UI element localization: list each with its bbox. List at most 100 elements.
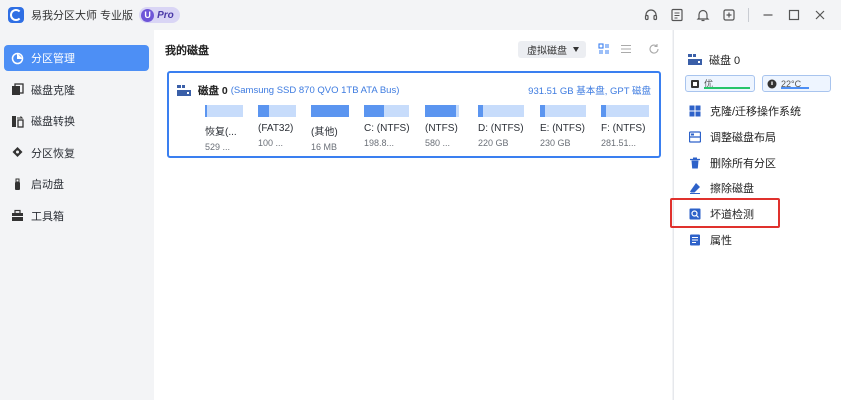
sidebar-item-disk-convert[interactable]: 磁盘转换 bbox=[4, 108, 149, 134]
health-bar bbox=[704, 87, 750, 89]
partition-item[interactable]: (NTFS) 580 ... bbox=[425, 105, 459, 148]
partition-item[interactable]: F: (NTFS) 281.51... bbox=[601, 105, 649, 148]
grid-view-icon[interactable] bbox=[598, 43, 610, 55]
chevron-down-icon bbox=[573, 47, 579, 52]
sidebar-item-partition-recovery[interactable]: 分区恢复 bbox=[4, 140, 149, 166]
trash-icon bbox=[688, 157, 701, 170]
properties-icon bbox=[688, 234, 701, 247]
layout-icon bbox=[688, 131, 701, 144]
op-label: 属性 bbox=[710, 235, 732, 247]
health-status-badge: 优 bbox=[685, 75, 755, 92]
partition-item[interactable]: (其他) 16 MB bbox=[311, 105, 349, 152]
page-title: 我的磁盘 bbox=[165, 45, 209, 57]
partition-label: (其他) bbox=[311, 127, 338, 138]
op-delete-all-partitions[interactable]: 删除所有分区 bbox=[688, 153, 776, 173]
disk-model: (Samsung SSD 870 QVO 1TB ATA Bus) bbox=[230, 85, 400, 96]
partition-label: F: (NTFS) bbox=[601, 123, 646, 134]
health-icon bbox=[690, 79, 700, 89]
partition-item[interactable]: D: (NTFS) 220 GB bbox=[478, 105, 524, 148]
title-separator bbox=[748, 8, 749, 22]
partition-size: 220 GB bbox=[478, 138, 509, 148]
sidebar-item-label: 磁盘转换 bbox=[31, 116, 75, 128]
partition-label: (FAT32) bbox=[258, 123, 294, 134]
close-icon[interactable] bbox=[807, 2, 833, 28]
op-clone-migrate-os[interactable]: 克隆/迁移操作系统 bbox=[688, 101, 801, 121]
partition-bar bbox=[364, 105, 409, 117]
partition-bar bbox=[601, 105, 649, 117]
pro-badge-text: Pro bbox=[157, 9, 174, 21]
upgrade-icon[interactable] bbox=[716, 2, 742, 28]
pie-icon bbox=[11, 52, 24, 65]
sidebar-item-disk-clone[interactable]: 磁盘克隆 bbox=[4, 77, 149, 103]
partition-bar bbox=[258, 105, 296, 117]
app-title: 易我分区大师 专业版 bbox=[31, 10, 134, 22]
partition-size: 16 MB bbox=[311, 142, 338, 152]
partition-item[interactable]: 恢复(... 529 ... bbox=[205, 105, 243, 152]
view-select-dropdown[interactable]: 虚拟磁盘 bbox=[518, 41, 586, 58]
partition-bar bbox=[540, 105, 586, 117]
clone-icon bbox=[11, 83, 24, 96]
sidebar-item-partition-manager[interactable]: 分区管理 bbox=[4, 45, 149, 71]
sidebar-item-label: 工具箱 bbox=[31, 210, 64, 223]
main-panel: 我的磁盘 虚拟磁盘 磁盘 0 (Samsung SSD 870 QVO 1TB … bbox=[154, 30, 672, 400]
usb-icon bbox=[11, 178, 24, 191]
convert-icon bbox=[11, 115, 24, 128]
app-logo-icon bbox=[8, 7, 24, 23]
partition-label: 恢复(... bbox=[205, 127, 237, 138]
partition-label: E: (NTFS) bbox=[540, 123, 585, 134]
pro-badge[interactable]: U Pro bbox=[139, 7, 180, 23]
minimize-icon[interactable] bbox=[755, 2, 781, 28]
op-wipe-disk[interactable]: 擦除磁盘 bbox=[688, 178, 754, 198]
partition-bar bbox=[425, 105, 459, 117]
sidebar-item-label: 磁盘克隆 bbox=[31, 84, 75, 97]
recover-icon bbox=[11, 146, 24, 159]
sidebar-item-boot-disk[interactable]: 启动盘 bbox=[4, 171, 149, 197]
partition-size: 529 ... bbox=[205, 142, 231, 152]
partition-label: D: (NTFS) bbox=[478, 123, 524, 134]
partition-size: 230 GB bbox=[540, 138, 571, 148]
view-select-value: 虚拟磁盘 bbox=[527, 46, 567, 57]
partition-item[interactable]: E: (NTFS) 230 GB bbox=[540, 105, 586, 148]
partition-item[interactable]: C: (NTFS) 198.8... bbox=[364, 105, 410, 148]
disk-card[interactable]: 磁盘 0 (Samsung SSD 870 QVO 1TB ATA Bus) 9… bbox=[167, 71, 661, 158]
partition-bar bbox=[311, 105, 349, 117]
partition-bar bbox=[205, 105, 243, 117]
disk-info: 931.51 GB 基本盘, GPT 磁盘 bbox=[528, 86, 651, 97]
bell-icon[interactable] bbox=[690, 2, 716, 28]
toolbox-icon bbox=[11, 209, 24, 222]
eraser-icon bbox=[688, 182, 701, 195]
partition-size: 281.51... bbox=[601, 138, 637, 148]
list-view-icon[interactable] bbox=[620, 43, 632, 55]
op-label: 调整磁盘布局 bbox=[710, 132, 776, 144]
feedback-icon[interactable] bbox=[664, 2, 690, 28]
temperature-badge: 22°C bbox=[762, 75, 831, 92]
selected-disk-name: 磁盘 0 bbox=[709, 55, 741, 67]
sidebar-item-label: 启动盘 bbox=[31, 179, 64, 191]
sidebar-item-label: 分区恢复 bbox=[31, 147, 75, 160]
disk-icon bbox=[177, 84, 191, 97]
headset-icon[interactable] bbox=[638, 2, 664, 28]
temperature-icon bbox=[767, 79, 777, 89]
title-bar: 易我分区大师 专业版 U Pro bbox=[0, 0, 841, 30]
op-label: 擦除磁盘 bbox=[710, 183, 754, 195]
op-label: 克隆/迁移操作系统 bbox=[710, 106, 802, 118]
op-adjust-disk-layout[interactable]: 调整磁盘布局 bbox=[688, 127, 776, 147]
partition-item[interactable]: (FAT32) 100 ... bbox=[258, 105, 296, 148]
sidebar-item-label: 分区管理 bbox=[31, 53, 75, 65]
op-properties[interactable]: 属性 bbox=[688, 230, 732, 250]
maximize-icon[interactable] bbox=[781, 2, 807, 28]
partition-label: (NTFS) bbox=[425, 123, 458, 134]
sidebar-item-toolbox[interactable]: 工具箱 bbox=[4, 203, 149, 229]
sidebar: 分区管理 磁盘克隆 磁盘转换 分区恢复 启动盘 工具箱 bbox=[0, 30, 153, 400]
op-label: 删除所有分区 bbox=[710, 158, 776, 170]
partition-size: 198.8... bbox=[364, 138, 395, 148]
refresh-icon[interactable] bbox=[648, 43, 660, 55]
partition-label: C: (NTFS) bbox=[364, 123, 410, 134]
temperature-bar bbox=[781, 87, 809, 89]
disk-icon bbox=[688, 54, 702, 66]
partition-size: 580 ... bbox=[425, 138, 451, 148]
disk-name: 磁盘 0 bbox=[198, 85, 228, 97]
partition-bar bbox=[478, 105, 524, 117]
highlight-box bbox=[670, 198, 780, 228]
partition-size: 100 ... bbox=[258, 138, 284, 148]
